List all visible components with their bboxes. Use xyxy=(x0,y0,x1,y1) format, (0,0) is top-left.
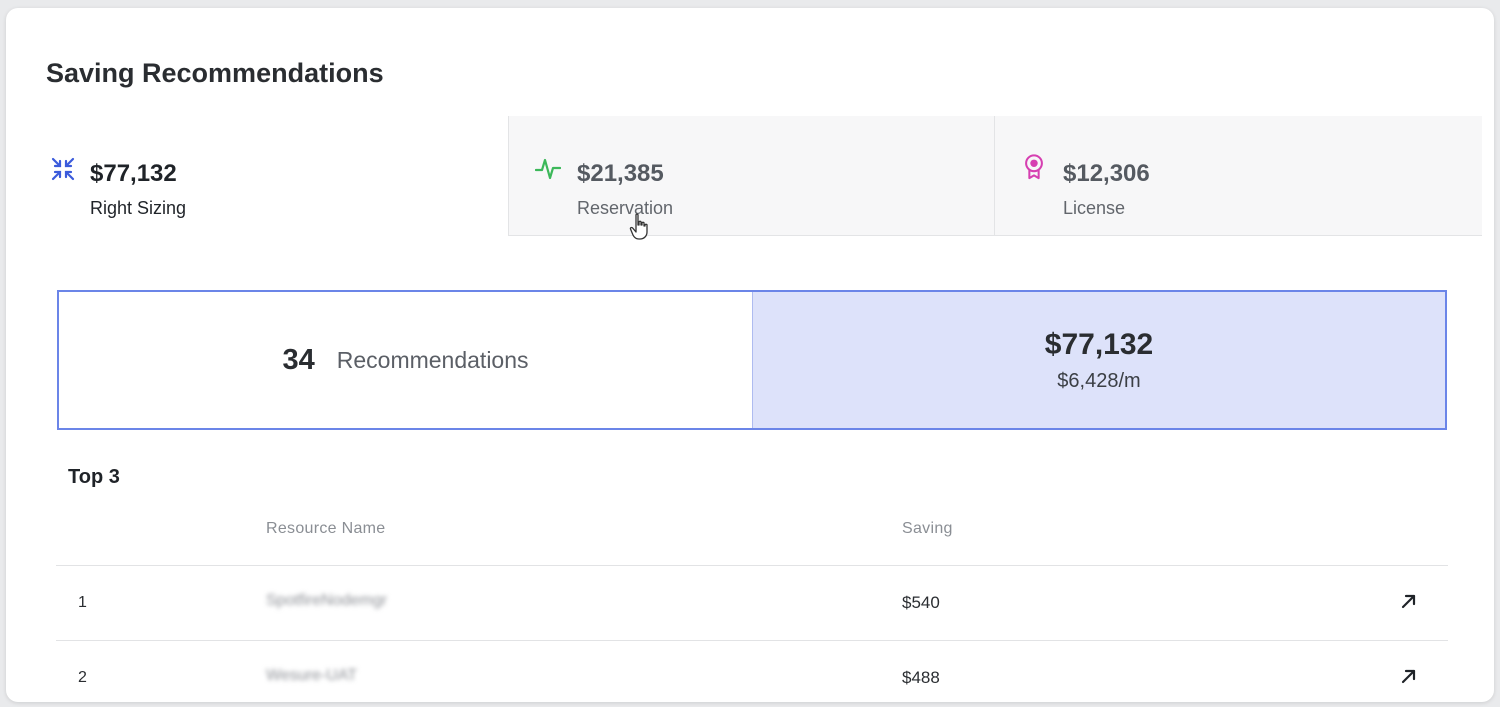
recommendations-count-section[interactable]: 34 Recommendations xyxy=(59,292,752,428)
total-saving: $77,132 xyxy=(1044,327,1154,361)
total-saving-section[interactable]: $77,132 $6,428/m xyxy=(752,292,1445,428)
saving-recommendations-card: Saving Recommendations $77,132 Right Siz… xyxy=(6,8,1494,702)
tab-license[interactable]: $12,306 License xyxy=(994,116,1482,236)
resource-name: SpotfireNodemgr xyxy=(266,592,387,609)
tab-label: Reservation xyxy=(577,198,674,218)
summary-panel: 34 Recommendations $77,132 $6,428/m xyxy=(57,290,1447,430)
award-badge-icon xyxy=(1025,154,1043,180)
resource-name: Wesure-UAT xyxy=(266,667,357,684)
tab-label: Right Sizing xyxy=(90,198,187,218)
recommendations-count: 34 xyxy=(282,343,315,376)
category-tabs: $77,132 Right Sizing $21,385 Reservation… xyxy=(6,116,1482,240)
tab-amount: $21,385 xyxy=(577,160,664,187)
table-header: Resource Name Saving xyxy=(56,508,1448,566)
tab-amount: $12,306 xyxy=(1063,160,1150,187)
monthly-saving: $6,428/m xyxy=(1057,369,1141,392)
resource-saving: $488 xyxy=(902,668,940,687)
top-list-title: Top 3 xyxy=(68,466,120,488)
table-row[interactable]: 1 SpotfireNodemgr $540 xyxy=(56,566,1448,641)
open-external-arrow-icon[interactable] xyxy=(1398,590,1420,612)
hand-pointer-cursor-icon xyxy=(629,213,648,240)
compress-arrows-icon xyxy=(51,157,75,181)
column-header-saving: Saving xyxy=(902,520,953,537)
tab-label: License xyxy=(1063,198,1126,218)
column-header-resource-name: Resource Name xyxy=(266,520,386,537)
recommendations-label: Recommendations xyxy=(336,346,529,373)
activity-pulse-icon xyxy=(535,158,561,180)
open-external-arrow-icon[interactable] xyxy=(1398,665,1420,687)
tab-amount: $77,132 xyxy=(90,160,177,187)
top-resources-table: Resource Name Saving 1 SpotfireNodemgr $… xyxy=(56,508,1448,702)
resource-saving: $540 xyxy=(902,593,940,612)
table-row[interactable]: 2 Wesure-UAT $488 xyxy=(56,641,1448,702)
card-title: Saving Recommendations xyxy=(46,58,384,88)
tab-right-sizing[interactable]: $77,132 Right Sizing xyxy=(6,116,508,236)
row-rank: 2 xyxy=(78,669,87,686)
row-rank: 1 xyxy=(78,594,87,611)
tab-reservation[interactable]: $21,385 Reservation xyxy=(508,116,994,240)
